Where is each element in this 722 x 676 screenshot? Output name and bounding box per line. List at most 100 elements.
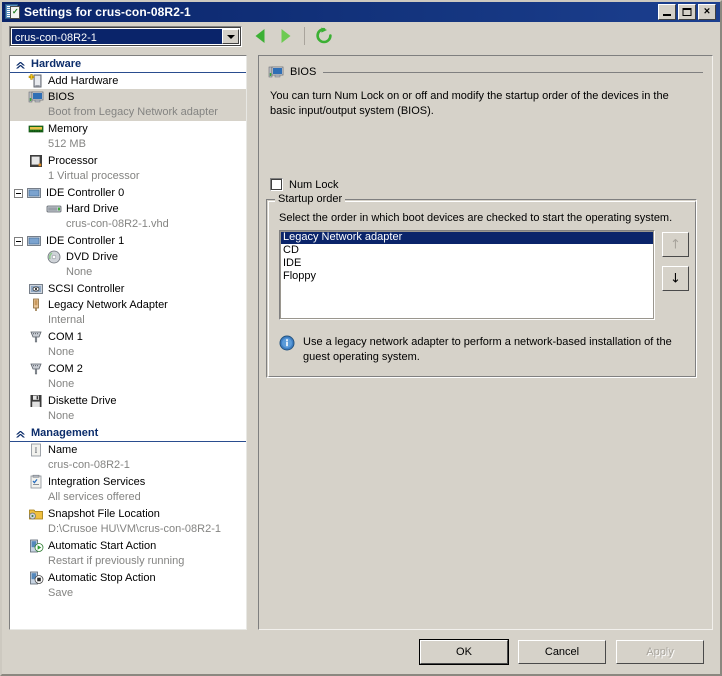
sidebar-item-label: Name bbox=[48, 444, 78, 456]
sidebar-item-sub: None bbox=[48, 410, 75, 422]
sidebar-item-legacy-network-adapter[interactable]: Legacy Network Adapter Internal bbox=[10, 297, 246, 329]
sidebar-item-name[interactable]: I Name crus-con-08R2-1 bbox=[10, 442, 246, 474]
sidebar-item-com-2[interactable]: COM 2 None bbox=[10, 361, 246, 393]
network-adapter-icon bbox=[28, 297, 44, 313]
svg-text:I: I bbox=[35, 446, 38, 455]
sidebar-item-ide-controller-1[interactable]: IDE Controller 1 bbox=[10, 233, 246, 249]
minimize-button[interactable] bbox=[658, 4, 676, 20]
ok-button[interactable]: OK bbox=[419, 639, 509, 665]
maximize-button[interactable] bbox=[678, 4, 696, 20]
settings-detail-panel: BIOS You can turn Num Lock on or off and… bbox=[258, 55, 713, 630]
sidebar-item-integration-services[interactable]: Integration Services All services offere… bbox=[10, 474, 246, 506]
sidebar-item-label: SCSI Controller bbox=[48, 283, 125, 295]
startup-order-groupbox: Startup order Select the order in which … bbox=[266, 193, 697, 378]
group-title-hardware: Hardware bbox=[31, 58, 82, 70]
sidebar-item-sub: D:\Crusoe HU\VM\crus-con-08R2-1 bbox=[48, 523, 221, 535]
list-item[interactable]: Legacy Network adapter bbox=[280, 231, 654, 244]
page-title: BIOS bbox=[290, 66, 317, 78]
group-header-hardware[interactable]: Hardware bbox=[10, 56, 246, 73]
sidebar-item-sub: crus-con-08R2-1 bbox=[48, 459, 130, 471]
diskette-drive-icon bbox=[28, 393, 44, 409]
sidebar-item-label: Automatic Start Action bbox=[48, 540, 157, 552]
vm-selector-value: crus-con-08R2-1 bbox=[12, 29, 222, 44]
num-lock-checkbox-row[interactable]: Num Lock bbox=[270, 178, 339, 191]
integration-services-icon bbox=[28, 474, 44, 490]
sidebar-item-sub: None bbox=[48, 346, 75, 358]
sidebar-item-automatic-start-action[interactable]: Automatic Start Action Restart if previo… bbox=[10, 538, 246, 570]
group-header-management[interactable]: Management bbox=[10, 425, 246, 442]
sidebar-item-ide-controller-0[interactable]: IDE Controller 0 bbox=[10, 185, 246, 201]
sidebar-item-sub: All services offered bbox=[48, 491, 141, 503]
bios-icon bbox=[268, 64, 284, 80]
sidebar-item-com-1[interactable]: COM 1 None bbox=[10, 329, 246, 361]
list-item[interactable]: CD bbox=[280, 244, 654, 257]
sidebar-item-sub: 1 Virtual processor bbox=[48, 170, 140, 182]
sidebar-item-label: IDE Controller 0 bbox=[46, 187, 125, 199]
sidebar-item-label: Snapshot File Location bbox=[48, 508, 160, 520]
page-description: You can turn Num Lock on or off and modi… bbox=[270, 90, 669, 117]
list-item[interactable]: IDE bbox=[280, 257, 654, 270]
sidebar-item-sub: None bbox=[48, 378, 75, 390]
sidebar-item-label: Legacy Network Adapter bbox=[48, 299, 168, 311]
sidebar-item-sub: 512 MB bbox=[48, 138, 86, 150]
stop-action-icon bbox=[28, 570, 44, 586]
sidebar-item-diskette-drive[interactable]: Diskette Drive None bbox=[10, 393, 246, 425]
expander-toggle[interactable] bbox=[14, 236, 23, 246]
info-icon bbox=[279, 335, 295, 351]
settings-tree[interactable]: Hardware Add Hardware BIOS Boot from Leg… bbox=[9, 55, 247, 630]
sidebar-item-automatic-stop-action[interactable]: Automatic Stop Action Save bbox=[10, 570, 246, 602]
panel-header: BIOS bbox=[268, 64, 703, 80]
sidebar-item-memory[interactable]: Memory 512 MB bbox=[10, 121, 246, 153]
apply-button[interactable]: Apply bbox=[616, 640, 704, 664]
ide-controller-icon bbox=[26, 185, 42, 201]
sidebar-item-label: IDE Controller 1 bbox=[46, 235, 125, 247]
move-up-button[interactable]: ↑ bbox=[662, 232, 689, 257]
chevron-double-up-icon bbox=[14, 427, 27, 440]
sidebar-item-dvd-drive[interactable]: DVD Drive None bbox=[10, 249, 246, 281]
expander-toggle[interactable] bbox=[14, 188, 23, 198]
close-icon: × bbox=[703, 5, 711, 18]
sidebar-item-label: Diskette Drive bbox=[48, 395, 117, 407]
list-item[interactable]: Floppy bbox=[280, 270, 654, 283]
sidebar-item-label: BIOS bbox=[48, 91, 75, 103]
vm-selector-combobox[interactable]: crus-con-08R2-1 bbox=[9, 26, 242, 47]
sidebar-item-hard-drive[interactable]: Hard Drive crus-con-08R2-1.vhd bbox=[10, 201, 246, 233]
startup-order-hint: Select the order in which boot devices a… bbox=[279, 212, 673, 224]
sidebar-item-label: Memory bbox=[48, 123, 88, 135]
back-arrow-icon[interactable] bbox=[250, 25, 270, 47]
start-action-icon bbox=[28, 538, 44, 554]
toolbar-separator bbox=[304, 27, 305, 45]
move-down-button[interactable]: ↓ bbox=[662, 266, 689, 291]
forward-arrow-icon[interactable] bbox=[276, 25, 296, 47]
chevron-double-up-icon bbox=[14, 58, 27, 71]
settings-window: ✓ Settings for crus-con-08R2-1 × crus-co… bbox=[0, 0, 722, 676]
sidebar-item-snapshot-file-location[interactable]: Snapshot File Location D:\Crusoe HU\VM\c… bbox=[10, 506, 246, 538]
sidebar-item-label: Automatic Stop Action bbox=[48, 572, 156, 584]
num-lock-label: Num Lock bbox=[289, 178, 339, 191]
dvd-drive-icon bbox=[46, 249, 62, 265]
com-port-icon bbox=[28, 361, 44, 377]
info-message: Use a legacy network adapter to perform … bbox=[279, 335, 679, 364]
processor-icon bbox=[28, 153, 44, 169]
add-hardware-icon bbox=[28, 73, 44, 89]
sidebar-item-sub: None bbox=[66, 266, 93, 278]
sidebar-item-add-hardware[interactable]: Add Hardware bbox=[10, 73, 246, 89]
chevron-down-icon[interactable] bbox=[222, 29, 239, 44]
arrow-up-icon: ↑ bbox=[670, 237, 681, 252]
com-port-icon bbox=[28, 329, 44, 345]
num-lock-checkbox[interactable] bbox=[270, 178, 283, 191]
sidebar-item-label: COM 2 bbox=[48, 363, 83, 375]
refresh-icon[interactable] bbox=[313, 25, 335, 47]
sidebar-item-scsi-controller[interactable]: SCSI Controller bbox=[10, 281, 246, 297]
memory-icon bbox=[28, 121, 44, 137]
cancel-button[interactable]: Cancel bbox=[518, 640, 606, 664]
sidebar-item-bios[interactable]: BIOS Boot from Legacy Network adapter bbox=[10, 89, 246, 121]
boot-device-listbox[interactable]: Legacy Network adapter CD IDE Floppy bbox=[279, 230, 655, 320]
hard-drive-icon bbox=[46, 201, 62, 217]
sidebar-item-processor[interactable]: Processor 1 Virtual processor bbox=[10, 153, 246, 185]
header-divider bbox=[323, 71, 703, 73]
close-button[interactable]: × bbox=[698, 4, 716, 20]
sidebar-item-sub: crus-con-08R2-1.vhd bbox=[66, 218, 169, 230]
sidebar-item-label: Hard Drive bbox=[66, 203, 119, 215]
window-title: Settings for crus-con-08R2-1 bbox=[24, 5, 191, 19]
